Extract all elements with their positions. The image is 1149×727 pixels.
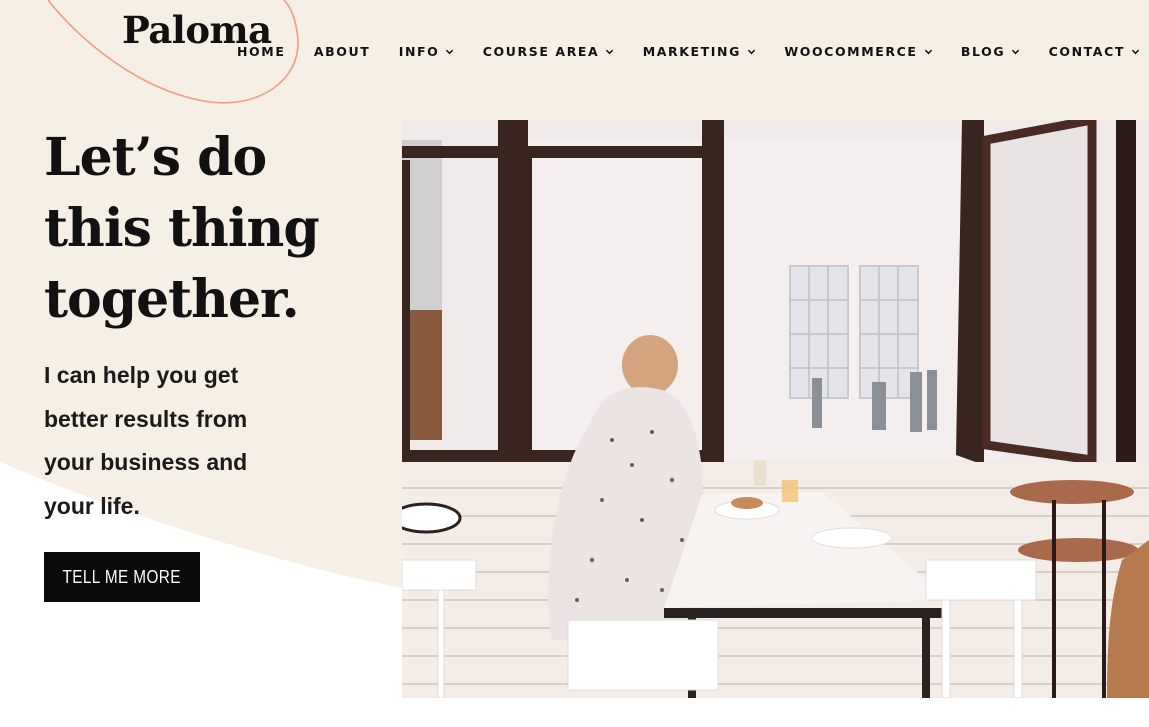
nav-item-woocommerce[interactable]: WOOCOMMERCE [784, 44, 932, 59]
chevron-down-icon [924, 49, 932, 55]
hero-text-line: I can help you get [44, 362, 239, 388]
hero-title-line: together. [44, 269, 300, 330]
hero-description: I can help you get better results from y… [44, 354, 364, 528]
nav-item-label: INFO [398, 44, 440, 59]
hero-photo-cafe [402, 120, 1149, 698]
tell-me-more-button[interactable]: TELL ME MORE [44, 552, 200, 602]
hero-text-line: your life. [44, 492, 140, 519]
chevron-down-icon [1012, 49, 1020, 55]
hero-title: Let’s do this thing together. [44, 122, 384, 335]
hero-title-line: Let’s do [44, 127, 267, 188]
nav-item-label: ABOUT [313, 44, 371, 59]
main-navigation: HOME ABOUT INFO COURSE AREA MARKETING WO… [237, 44, 1140, 59]
chevron-down-icon [606, 49, 614, 55]
nav-item-course-area[interactable]: COURSE AREA [483, 44, 615, 59]
nav-item-label: COURSE AREA [482, 44, 600, 59]
nav-item-about[interactable]: ABOUT [314, 44, 371, 59]
nav-item-label: MARKETING [642, 44, 741, 59]
nav-item-info[interactable]: INFO [399, 44, 455, 59]
nav-item-blog[interactable]: BLOG [961, 44, 1020, 59]
nav-item-label: HOME [237, 44, 286, 59]
chevron-down-icon [446, 49, 454, 55]
hero-title-line: this thing [44, 198, 320, 259]
nav-item-label: BLOG [960, 44, 1006, 59]
nav-item-marketing[interactable]: MARKETING [643, 44, 756, 59]
nav-item-contact[interactable]: CONTACT [1049, 44, 1140, 59]
chevron-down-icon [747, 49, 756, 55]
hero-text-line: better results from [44, 405, 248, 432]
hero-text-line: your business and [44, 449, 248, 475]
nav-item-label: CONTACT [1048, 44, 1125, 59]
nav-item-label: WOOCOMMERCE [784, 44, 918, 59]
chevron-down-icon [1131, 49, 1140, 55]
nav-item-home[interactable]: HOME [237, 44, 285, 59]
cta-label: TELL ME MORE [62, 566, 182, 587]
